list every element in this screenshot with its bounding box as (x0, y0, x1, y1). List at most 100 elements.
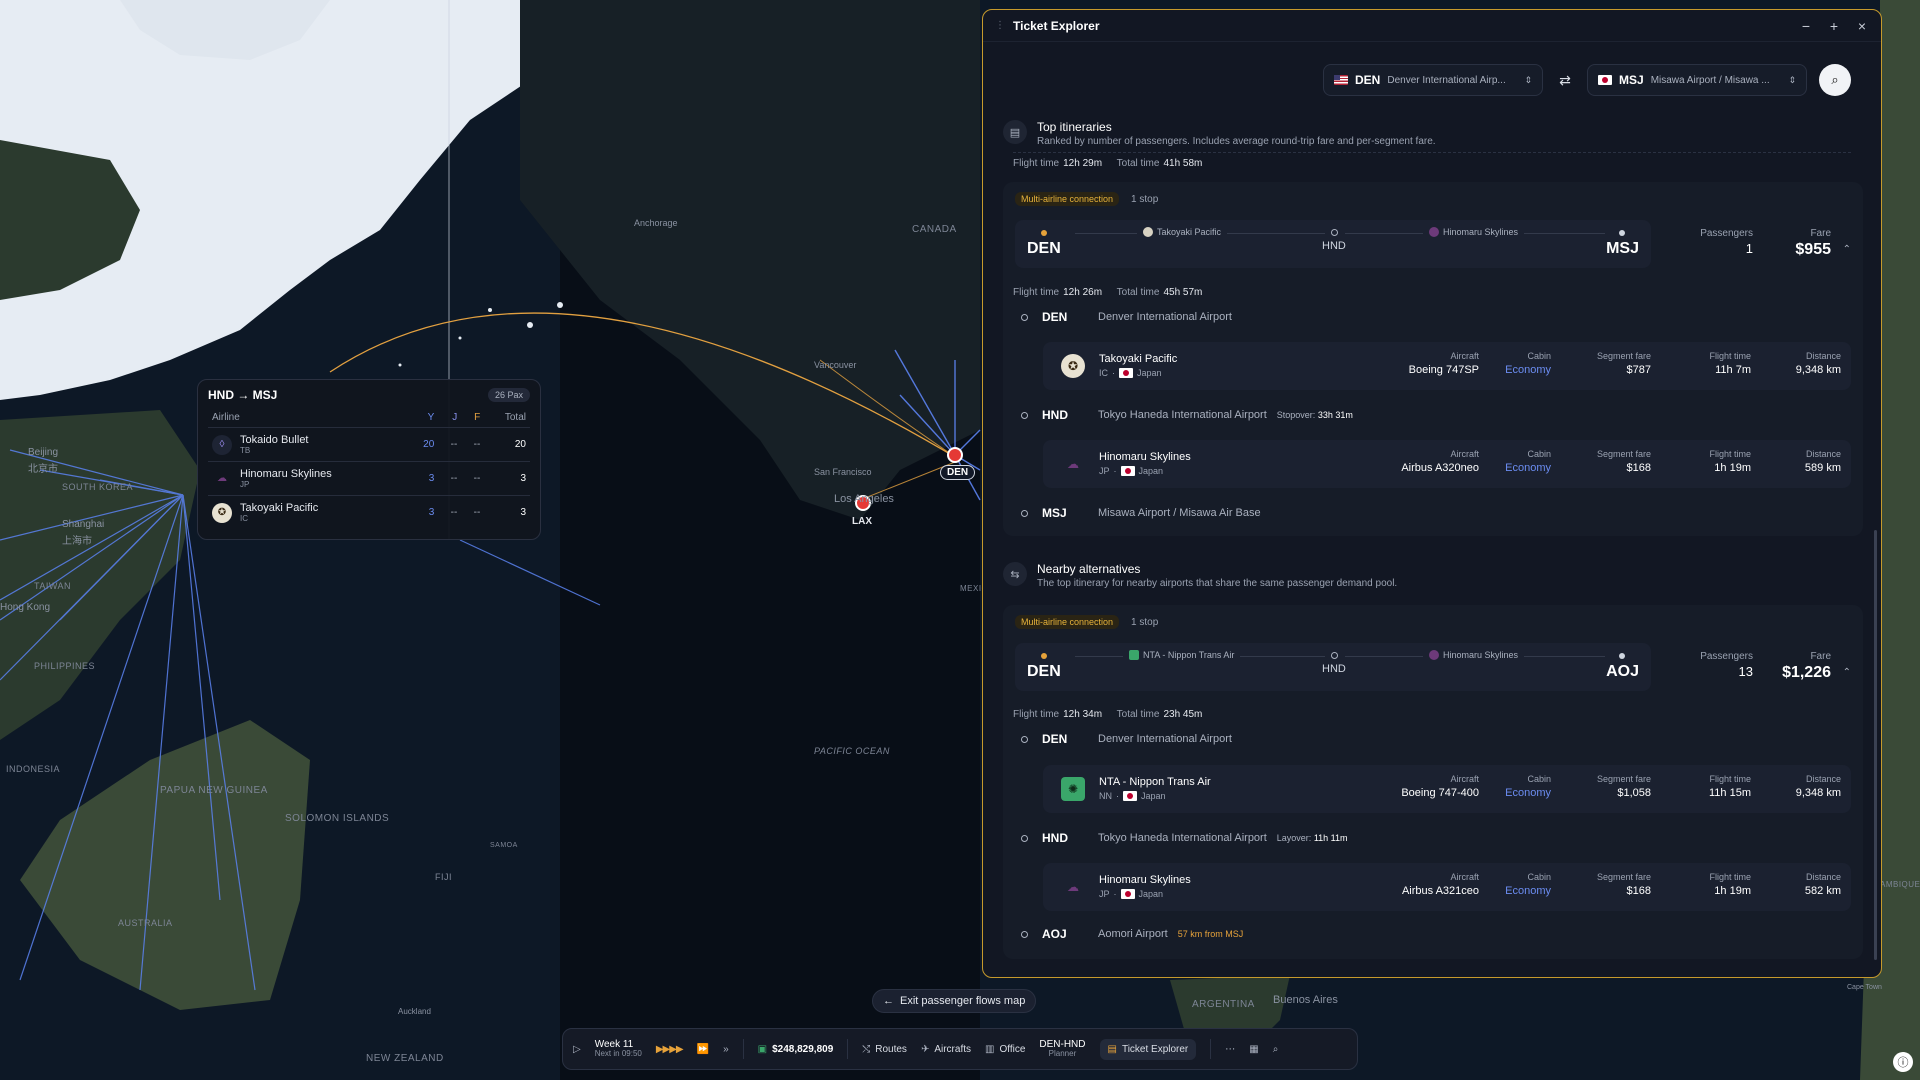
airline-name: Takoyaki Pacific (240, 502, 319, 515)
label: Fare (1810, 651, 1831, 662)
plane-icon: ✈ (920, 1043, 930, 1055)
info-icon[interactable]: ⓘ (1893, 1052, 1913, 1072)
scrollbar[interactable] (1874, 530, 1877, 960)
exit-passenger-flows-button[interactable]: ← Exit passenger flows map (872, 989, 1037, 1013)
value: Boeing 747-400 (1401, 787, 1479, 799)
play-button[interactable]: ▷ (573, 1044, 581, 1055)
week-info: Week 11 Next in 09:50 (595, 1039, 642, 1059)
label: Aircraft (1450, 774, 1479, 784)
route-popup[interactable]: HND → MSJ 26 Pax Airline Y J F Total ◊ T… (197, 379, 541, 540)
destination-airport-select[interactable]: MSJ Misawa Airport / Misawa ... ⇕ (1587, 64, 1807, 96)
double-chevron-icon: » (723, 1043, 729, 1055)
cell-j: -- (438, 461, 462, 496)
stop-row: DEN Denver International Airport (1021, 732, 1232, 746)
segment-row[interactable]: ✪ Takoyaki Pacific IC · Japan Aircraft Boei… (1043, 342, 1851, 390)
chevron-updown-icon: ⇕ (1788, 74, 1796, 85)
col-airline: Airline (212, 412, 240, 423)
cell-total: 3 (484, 495, 530, 530)
route-popup-table: Airline Y J F Total ◊ Tokaido Bullet TB … (208, 408, 530, 530)
drag-handle-icon[interactable]: ⋮ (995, 20, 1005, 31)
label: Distance (1805, 774, 1841, 784)
map-label-auckland: Auckland (398, 1007, 431, 1016)
dest-code: MSJ (1619, 73, 1644, 87)
search-button[interactable]: ⌕ (1819, 64, 1851, 96)
origin-airport-select[interactable]: DEN Denver International Airp... ⇕ (1323, 64, 1543, 96)
stop-row: AOJ Aomori Airport 57 km from MSJ (1021, 927, 1243, 941)
segment-airline: NTA - Nippon Trans Air (1099, 776, 1211, 788)
airport-marker-den[interactable]: DEN (940, 465, 976, 480)
more-button[interactable]: ⋯ (1225, 1044, 1235, 1055)
airport-marker-lax[interactable]: LAX (852, 516, 872, 527)
aircraft-col: Aircraft Boeing 747-400 (1401, 774, 1479, 799)
table-row[interactable]: ☁ Hinomaru Skylines JP 3 -- -- 3 (208, 461, 530, 496)
segment-sub: NN · Japan (1099, 791, 1166, 801)
stop-circle-icon (1021, 509, 1028, 517)
route-dest: AOJ (1606, 663, 1639, 680)
label: Flight time (1013, 287, 1060, 298)
map-label-australia: AUSTRALIA (118, 918, 173, 928)
fast-forward-button[interactable]: ⏩ (697, 1044, 709, 1055)
skip-button[interactable]: » (723, 1044, 729, 1055)
stop-code: DEN (1042, 732, 1068, 746)
label: Flight time (1709, 351, 1751, 361)
stop-code: DEN (1042, 310, 1068, 324)
money-icon: ▣ (757, 1043, 768, 1055)
itinerary-card[interactable]: Multi-airline connection 1 stop DEN MSJ … (1003, 182, 1863, 536)
segment-airline: Hinomaru Skylines (1443, 227, 1519, 237)
map-label-hong-kong: Hong Kong (0, 602, 51, 613)
ticket-explorer-button[interactable]: ▤ Ticket Explorer (1099, 1038, 1197, 1060)
col-f: F (474, 412, 481, 423)
value: $787 (1626, 364, 1651, 376)
segment-row[interactable]: ☁ Hinomaru Skylines JP · Japan Aircraft Air… (1043, 863, 1851, 911)
itinerary-card[interactable]: Multi-airline connection 1 stop DEN AOJ … (1003, 605, 1863, 959)
map-label-vancouver: Vancouver (814, 360, 857, 370)
cell-total: 20 (484, 427, 530, 462)
label: Cabin (1527, 449, 1551, 459)
origin-name: Denver International Airp... (1387, 74, 1506, 86)
airline-code: IC (240, 514, 248, 524)
value: 11h 15m (1709, 787, 1751, 799)
aircraft-col: Aircraft Airbus A320neo (1401, 449, 1479, 474)
segment-airline: Takoyaki Pacific (1099, 353, 1178, 365)
stop-row: HND Tokyo Haneda International Airport L… (1021, 831, 1348, 845)
stop-name: Misawa Airport / Misawa Air Base (1098, 507, 1261, 519)
toolbar-search-button[interactable]: ⌕ (1273, 1044, 1279, 1055)
maximize-icon[interactable]: + (1827, 18, 1841, 34)
window-titlebar[interactable]: ⋮ Ticket Explorer − + × (983, 10, 1881, 42)
value: Boeing 747SP (1408, 364, 1479, 376)
balance-display[interactable]: ▣ $248,829,809 (758, 1044, 834, 1055)
speed-indicator-icon[interactable]: ▶▶▶▶ (656, 1044, 684, 1055)
swap-airports-button[interactable]: ⇄ (1555, 72, 1575, 89)
dest-dot (1619, 653, 1625, 659)
collapse-chevron-icon[interactable]: ⌃ (1843, 667, 1851, 678)
cell-f: -- (461, 461, 485, 496)
routes-button[interactable]: ⤭ Routes (862, 1044, 907, 1055)
table-row[interactable]: ◊ Tokaido Bullet TB 20 -- -- 20 (208, 427, 530, 462)
minimize-icon[interactable]: − (1799, 18, 1813, 34)
office-label: Office (999, 1043, 1026, 1055)
section-subtitle: Ranked by number of passengers. Includes… (1037, 136, 1436, 147)
aircrafts-button[interactable]: ✈ Aircrafts (921, 1044, 971, 1055)
building-icon: ▥ (985, 1043, 995, 1055)
route-popup-pax-badge: 26 Pax (487, 388, 530, 402)
collapse-chevron-icon[interactable]: ⌃ (1843, 244, 1851, 255)
table-row[interactable]: ✪ Takoyaki Pacific IC 3 -- -- 3 (208, 495, 530, 530)
segment-row[interactable]: ✺ NTA - Nippon Trans Air NN · Japan Aircra… (1043, 765, 1851, 813)
label: Aircraft (1450, 872, 1479, 882)
office-button[interactable]: ▥ Office (985, 1044, 1025, 1055)
label: Segment fare (1596, 449, 1651, 459)
segment-airline: Hinomaru Skylines (1443, 650, 1519, 660)
stops-count: 1 stop (1131, 193, 1159, 205)
multi-airline-badge: Multi-airline connection (1015, 615, 1120, 629)
octopus-icon (1143, 227, 1153, 237)
planner-button[interactable]: DEN-HND Planner (1039, 1039, 1085, 1059)
stop-code: MSJ (1042, 506, 1067, 520)
map-button[interactable]: ▦ (1249, 1044, 1258, 1055)
cell-f: -- (461, 495, 485, 530)
close-icon[interactable]: × (1855, 18, 1869, 34)
segment-row[interactable]: ☁ Hinomaru Skylines JP · Japan Aircraft Air… (1043, 440, 1851, 488)
ticket-explorer-window[interactable]: ⋮ Ticket Explorer − + × DEN Denver Inter… (982, 9, 1882, 978)
label: Aircraft (1450, 449, 1479, 459)
section-title: Nearby alternatives (1037, 562, 1141, 576)
stop-code: AOJ (1042, 927, 1067, 941)
